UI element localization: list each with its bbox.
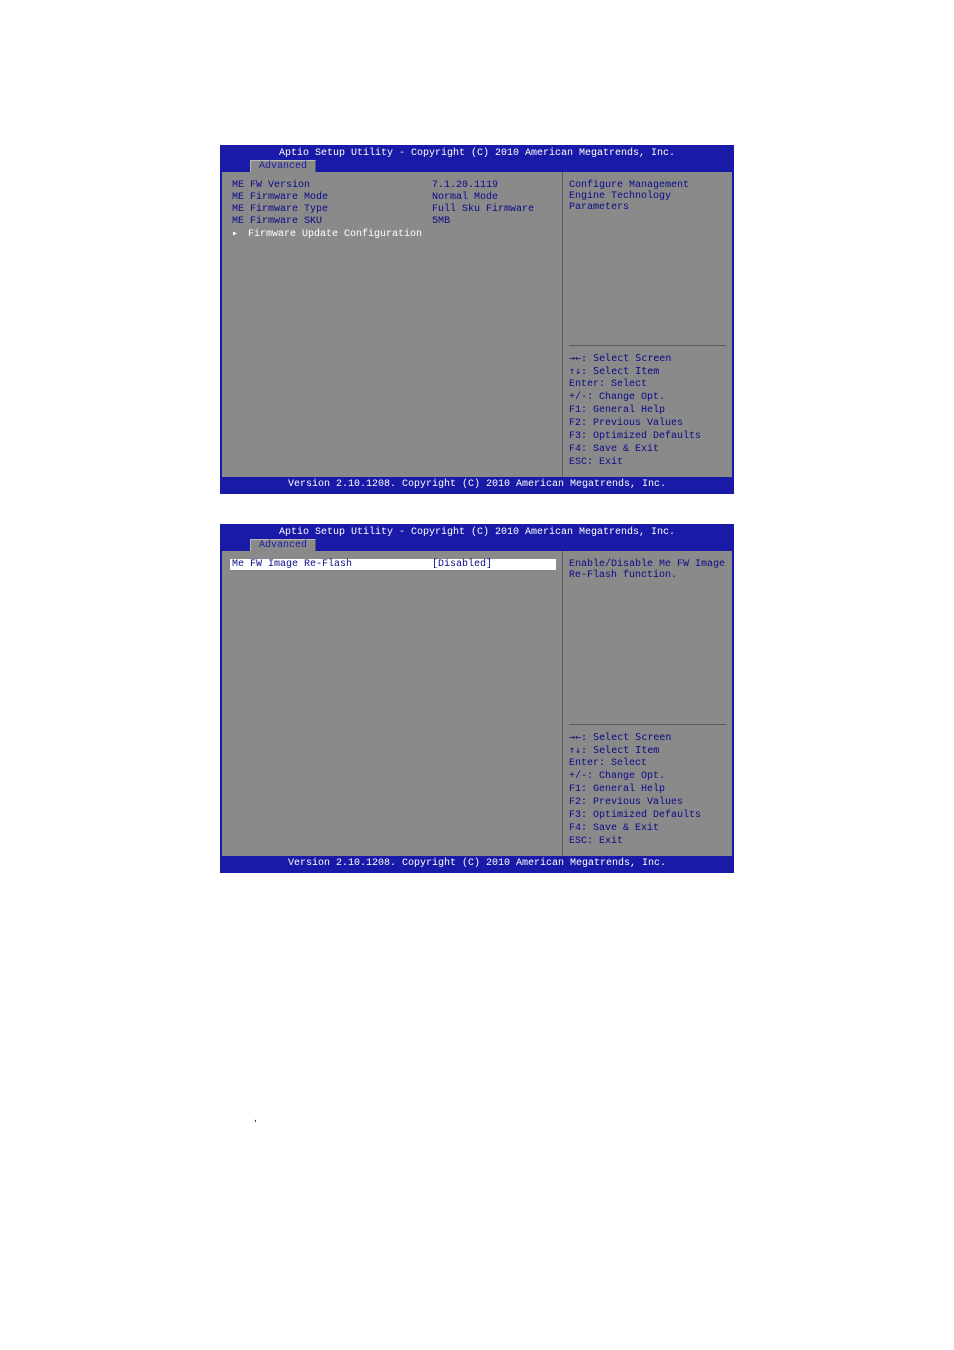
setting-label: ME Firmware SKU — [232, 216, 432, 227]
setting-row: ME FW Version 7.1.20.1119 — [232, 180, 556, 191]
keyhelp-select-item: ↑↓: Select Item — [569, 744, 726, 757]
setting-value: Full Sku Firmware — [432, 204, 556, 215]
key-help: →←: Select Screen ↑↓: Select Item Enter:… — [569, 345, 726, 469]
keyhelp-f4: F4: Save & Exit — [569, 443, 726, 456]
left-panel: Me FW Image Re-Flash [Disabled] — [222, 551, 562, 856]
keyhelp-f3: F3: Optimized Defaults — [569, 809, 726, 822]
setting-label: Me FW Image Re-Flash — [232, 559, 432, 570]
keyhelp-f4: F4: Save & Exit — [569, 822, 726, 835]
setting-value: 5MB — [432, 216, 556, 227]
footer-bar: Version 2.10.1208. Copyright (C) 2010 Am… — [222, 477, 732, 492]
header-title: Aptio Setup Utility - Copyright (C) 2010… — [279, 527, 675, 538]
key-help: →←: Select Screen ↑↓: Select Item Enter:… — [569, 724, 726, 848]
tab-row: Advanced — [222, 160, 732, 172]
keyhelp-change: +/-: Change Opt. — [569, 391, 726, 404]
left-panel: ME FW Version 7.1.20.1119 ME Firmware Mo… — [222, 172, 562, 477]
header-bar: Aptio Setup Utility - Copyright (C) 2010… — [222, 526, 732, 539]
bios-window-2: Aptio Setup Utility - Copyright (C) 2010… — [220, 524, 734, 873]
keyhelp-select-item: ↑↓: Select Item — [569, 365, 726, 378]
footer-bar: Version 2.10.1208. Copyright (C) 2010 Am… — [222, 856, 732, 871]
header-bar: Aptio Setup Utility - Copyright (C) 2010… — [222, 147, 732, 160]
help-description: Enable/Disable Me FW Image Re-Flash func… — [569, 559, 726, 724]
setting-row-highlighted[interactable]: Me FW Image Re-Flash [Disabled] — [230, 559, 556, 570]
keyhelp-f2: F2: Previous Values — [569, 417, 726, 430]
content-area: Me FW Image Re-Flash [Disabled] Enable/D… — [222, 551, 732, 856]
setting-label: ME Firmware Type — [232, 204, 432, 215]
tab-advanced[interactable]: Advanced — [250, 160, 316, 172]
keyhelp-select-screen: →←: Select Screen — [569, 352, 726, 365]
setting-label: ME Firmware Mode — [232, 192, 432, 203]
setting-row: ME Firmware SKU 5MB — [232, 216, 556, 227]
right-panel: Enable/Disable Me FW Image Re-Flash func… — [562, 551, 732, 856]
tab-row: Advanced — [222, 539, 732, 551]
bios-window-1: Aptio Setup Utility - Copyright (C) 2010… — [220, 145, 734, 494]
keyhelp-f1: F1: General Help — [569, 404, 726, 417]
setting-value: Normal Mode — [432, 192, 556, 203]
keyhelp-enter: Enter: Select — [569, 378, 726, 391]
header-title: Aptio Setup Utility - Copyright (C) 2010… — [279, 148, 675, 159]
keyhelp-change: +/-: Change Opt. — [569, 770, 726, 783]
keyhelp-f3: F3: Optimized Defaults — [569, 430, 726, 443]
keyhelp-f2: F2: Previous Values — [569, 796, 726, 809]
keyhelp-f1: F1: General Help — [569, 783, 726, 796]
help-description: Configure Management Engine Technology P… — [569, 180, 726, 345]
setting-value: 7.1.20.1119 — [432, 180, 556, 191]
right-panel: Configure Management Engine Technology P… — [562, 172, 732, 477]
footer-version: Version 2.10.1208. Copyright (C) 2010 Am… — [288, 479, 666, 490]
submenu-row[interactable]: ▸ Firmware Update Configuration — [232, 228, 556, 240]
setting-label: ME FW Version — [232, 180, 432, 191]
tab-advanced[interactable]: Advanced — [250, 539, 316, 551]
page-footnote: , — [254, 1113, 734, 1124]
content-area: ME FW Version 7.1.20.1119 ME Firmware Mo… — [222, 172, 732, 477]
keyhelp-select-screen: →←: Select Screen — [569, 731, 726, 744]
keyhelp-esc: ESC: Exit — [569, 456, 726, 469]
setting-row: ME Firmware Mode Normal Mode — [232, 192, 556, 203]
setting-row: ME Firmware Type Full Sku Firmware — [232, 204, 556, 215]
submenu-label: Firmware Update Configuration — [248, 229, 422, 240]
keyhelp-enter: Enter: Select — [569, 757, 726, 770]
keyhelp-esc: ESC: Exit — [569, 835, 726, 848]
submenu-arrow-icon: ▸ — [232, 228, 242, 240]
setting-value: [Disabled] — [432, 559, 556, 570]
footer-version: Version 2.10.1208. Copyright (C) 2010 Am… — [288, 858, 666, 869]
